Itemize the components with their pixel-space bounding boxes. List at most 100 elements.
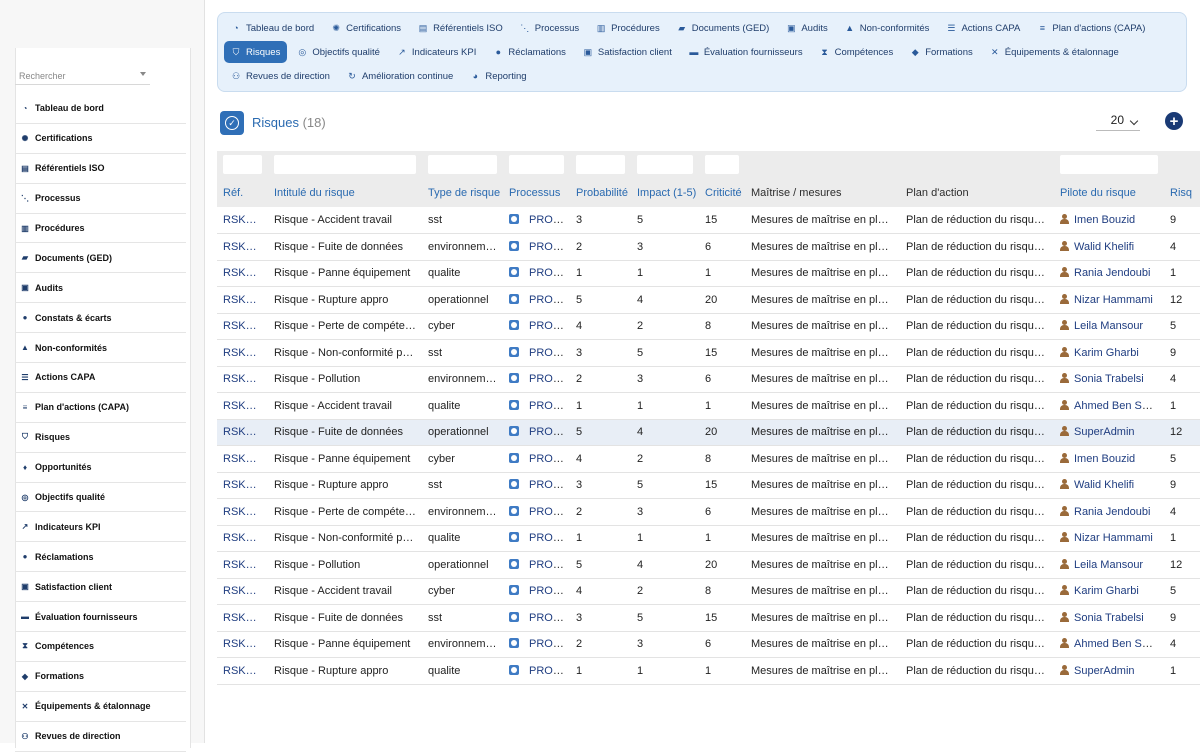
pilot-link[interactable]: Rania Jendoubi [1074,267,1150,279]
column-header-type[interactable]: Type de risque [422,179,503,207]
filter-impact-input[interactable] [637,155,693,174]
cell-ref[interactable]: RSK001 [217,657,268,685]
table-row[interactable]: RSK008 Risque - Rupture appro sst PRO08 3 5 15… [217,472,1200,499]
process-link[interactable]: PRO03 [529,612,565,624]
cell-ref[interactable]: RSK005 [217,551,268,579]
table-row[interactable]: RSK018 Risque - Accident travail sst PRO09 3… [217,207,1200,234]
process-link[interactable]: PRO04 [529,585,565,597]
nav-tab[interactable]: ≡ Plan d'actions (CAPA) [1030,17,1152,39]
nav-tab[interactable]: ◆ Formations [903,41,980,63]
cell-ref[interactable]: RSK007 [217,498,268,526]
sidebar-item[interactable]: ▥ Procédures [15,214,186,244]
cell-ref[interactable]: RSK015 [217,286,268,314]
table-row[interactable]: RSK004 Risque - Accident travail cyber PRO0… [217,578,1200,605]
nav-tab[interactable]: ↗ Indicateurs KPI [390,41,483,63]
pilot-link[interactable]: Nizar Hammami [1074,532,1153,544]
sidebar-item[interactable]: ⛉ Risques [15,423,186,453]
table-row[interactable]: RSK015 Risque - Rupture appro operationnel… [217,286,1200,314]
process-link[interactable]: PRO05 [529,320,565,332]
table-row[interactable]: RSK013 Risque - Non-conformité produit sst… [217,339,1200,367]
column-header-process[interactable]: Processus [503,179,570,207]
nav-tab[interactable]: ↻ Amélioration continue [340,65,460,87]
nav-tab[interactable]: ● Réclamations [486,41,573,63]
nav-tab[interactable]: ◕ Reporting [463,65,533,87]
process-link[interactable]: PRO02 [529,400,565,412]
add-risk-button[interactable]: + [1165,112,1183,130]
pilot-link[interactable]: Rania Jendoubi [1074,506,1150,518]
pilot-link[interactable]: Ahmed Ben Salah [1074,400,1163,412]
pilot-link[interactable]: Ahmed Ben Salah [1074,638,1163,650]
cell-ref[interactable]: RSK006 [217,525,268,552]
sidebar-item[interactable]: ▤ Référentiels ISO [15,154,186,184]
process-link[interactable]: PRO06 [529,294,565,306]
process-link[interactable]: PRO03 [529,373,565,385]
nav-tab[interactable]: ▬ Évaluation fournisseurs [682,41,810,63]
sidebar-item[interactable]: ♦ Opportunités [15,453,186,483]
sidebar-item[interactable]: ◆ Formations [15,662,186,692]
nav-tab[interactable]: ✺ Certifications [324,17,408,39]
table-row[interactable]: RSK003 Risque - Fuite de données sst PRO03 3… [217,604,1200,632]
pilot-link[interactable]: Leila Mansour [1074,320,1143,332]
page-size-select[interactable]: 20 [1096,111,1140,131]
filter-process-input[interactable] [509,155,564,174]
nav-tab[interactable]: ⋱ Processus [513,17,586,39]
column-header-pilot[interactable]: Pilote du risque [1054,179,1164,207]
cell-ref[interactable]: RSK018 [217,207,268,234]
nav-tab[interactable]: ⧗ Compétences [813,41,901,63]
sidebar-item[interactable]: ▣ Satisfaction client [15,572,186,603]
sidebar-item[interactable]: ↗ Indicateurs KPI [15,512,186,543]
cell-ref[interactable]: RSK004 [217,578,268,605]
cell-ref[interactable]: RSK011 [217,392,268,420]
sidebar-item[interactable]: ▬ Évaluation fournisseurs [15,602,186,633]
nav-tab[interactable]: ▥ Procédures [589,17,667,39]
process-link[interactable]: PRO06 [529,532,565,544]
table-row[interactable]: RSK001 Risque - Rupture appro qualite PRO01… [217,657,1200,685]
sidebar-item[interactable]: ▲ Non-conformités [15,333,186,364]
cell-ref[interactable]: RSK009 [217,445,268,473]
table-row[interactable]: RSK011 Risque - Accident travail qualite PR… [217,392,1200,420]
pilot-link[interactable]: Imen Bouzid [1074,214,1135,226]
column-header-title[interactable]: Intitulé du risque [268,179,422,207]
column-header-impact[interactable]: Impact (1-5) [631,179,699,207]
pilot-link[interactable]: Sonia Trabelsi [1074,373,1144,385]
table-row[interactable]: RSK010 Risque - Fuite de données operation… [217,419,1200,446]
sidebar-search-select[interactable]: Rechercher [15,66,150,85]
process-link[interactable]: PRO08 [529,479,565,491]
cell-ref[interactable]: RSK003 [217,604,268,632]
table-row[interactable]: RSK016 Risque - Panne équipement qualite PR… [217,260,1200,287]
sidebar-item[interactable]: ⧗ Compétences [15,632,186,662]
nav-tab[interactable]: ▲ Non-conformités [838,17,937,39]
filter-type-input[interactable] [428,155,497,174]
sidebar-item[interactable]: ▰ Documents (GED) [15,243,186,274]
process-link[interactable]: PRO07 [529,267,565,279]
cell-ref[interactable]: RSK010 [217,419,268,446]
sidebar-item[interactable]: ⚇ Revues de direction [15,722,186,752]
table-row[interactable]: RSK009 Risque - Panne équipement cyber PRO0… [217,445,1200,473]
nav-tab[interactable]: ▤ Référentiels ISO [411,17,510,39]
pilot-link[interactable]: Nizar Hammami [1074,294,1153,306]
nav-tab[interactable]: ▰ Documents (GED) [670,17,777,39]
process-link[interactable]: PRO05 [529,559,565,571]
nav-tab[interactable]: ⚇ Revues de direction [224,65,337,87]
filter-criticity-input[interactable] [705,155,739,174]
filter-ref-input[interactable] [223,155,262,174]
table-row[interactable]: RSK012 Risque - Pollution environnement PRO… [217,366,1200,393]
nav-tab[interactable]: ▣ Satisfaction client [576,41,679,63]
nav-tab[interactable]: ⛉ Risques [224,41,288,63]
process-link[interactable]: PRO02 [529,638,565,650]
sidebar-item[interactable]: ✕ Équipements & étalonnage [15,692,186,722]
cell-ref[interactable]: RSK013 [217,339,268,367]
process-link[interactable]: PRO01 [529,665,565,677]
sidebar-item[interactable]: ≡ Plan d'actions (CAPA) [15,393,186,423]
cell-ref[interactable]: RSK002 [217,631,268,658]
cell-ref[interactable]: RSK012 [217,366,268,393]
pilot-link[interactable]: Sonia Trabelsi [1074,612,1144,624]
process-link[interactable]: PRO04 [529,347,565,359]
cell-ref[interactable]: RSK008 [217,472,268,499]
process-link[interactable]: PRO01 [529,426,565,438]
process-link[interactable]: PRO09 [529,214,565,226]
nav-tab[interactable]: ◎ Objectifs qualité [290,41,387,63]
sidebar-item[interactable]: ● Réclamations [15,542,186,573]
process-link[interactable]: PRO09 [529,453,565,465]
nav-tab[interactable]: ▣ Audits [779,17,834,39]
